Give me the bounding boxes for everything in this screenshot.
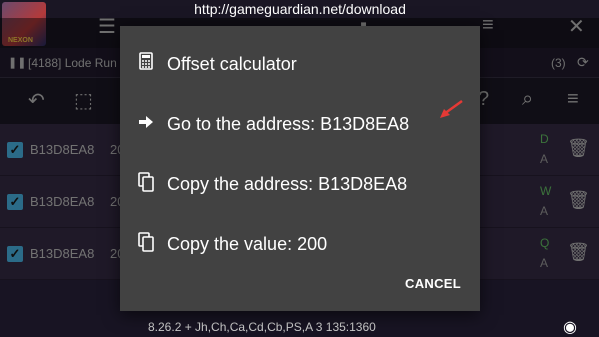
context-menu-dialog: Offset calculator Go to the address: B13… — [120, 26, 480, 311]
cancel-button[interactable]: CANCEL — [398, 272, 468, 296]
menu-item-offset-calculator[interactable]: Offset calculator — [120, 42, 480, 86]
status-line: 8.26.2 + Jh,Ch,Ca,Cd,Cb,PS,A 3 135:1360 — [148, 320, 376, 334]
menu-item-label: Copy the value: 200 — [167, 234, 328, 254]
menu-item-copy-address[interactable]: Copy the address: B13D8EA8 — [120, 162, 480, 206]
annotation-arrow-icon — [440, 99, 463, 118]
menu-item-goto-address[interactable]: Go to the address: B13D8EA8 — [120, 102, 480, 146]
calculator-icon — [136, 52, 156, 76]
eye-icon[interactable]: ◉ — [563, 317, 577, 337]
menu-item-label: Offset calculator — [167, 54, 297, 74]
copy-icon — [136, 232, 156, 256]
copy-icon — [136, 172, 156, 196]
url-bar[interactable]: http://gameguardian.net/download — [180, 0, 420, 18]
menu-item-label: Copy the address: B13D8EA8 — [167, 174, 408, 194]
menu-item-label: Go to the address: B13D8EA8 — [167, 114, 410, 134]
arrow-right-icon — [136, 112, 156, 136]
menu-item-copy-value[interactable]: Copy the value: 200 — [120, 222, 480, 266]
